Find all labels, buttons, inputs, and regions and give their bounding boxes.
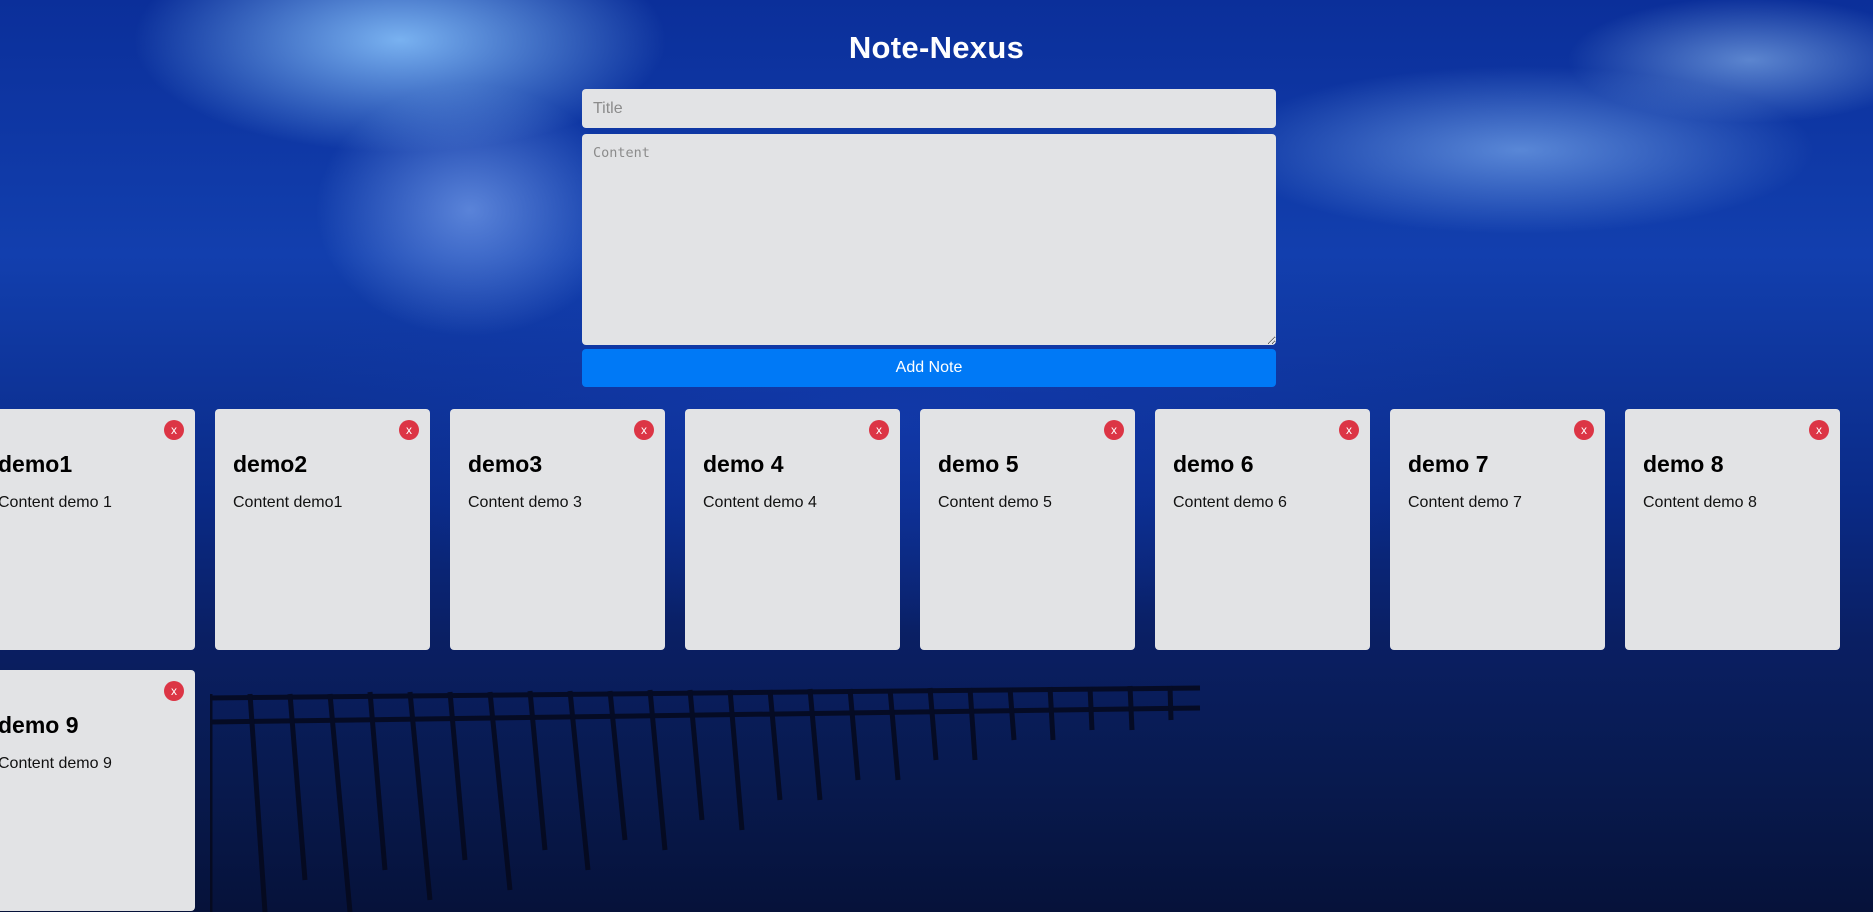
note-title: demo 8 [1643, 451, 1724, 477]
delete-note-button[interactable]: x [399, 420, 419, 440]
delete-note-button[interactable]: x [1339, 420, 1359, 440]
delete-note-button[interactable]: x [164, 420, 184, 440]
note-content: Content demo 5 [938, 494, 1052, 511]
delete-note-button[interactable]: x [1574, 420, 1594, 440]
note-content: Content demo 4 [703, 494, 817, 511]
note-content: Content demo 9 [0, 755, 112, 772]
content-textarea[interactable] [582, 134, 1276, 345]
note-title: demo2 [233, 451, 308, 477]
note-title: demo1 [0, 451, 73, 477]
delete-note-button[interactable]: x [164, 681, 184, 701]
note-card: x demo 6 Content demo 6 [1155, 409, 1370, 650]
title-input[interactable] [582, 89, 1276, 128]
note-title: demo 9 [0, 712, 79, 738]
note-title: demo 4 [703, 451, 784, 477]
note-form: Add Note [582, 89, 1276, 387]
note-card: x demo 5 Content demo 5 [920, 409, 1135, 650]
delete-note-button[interactable]: x [1104, 420, 1124, 440]
note-content: Content demo 3 [468, 494, 582, 511]
note-content: Content demo 6 [1173, 494, 1287, 511]
note-title: demo3 [468, 451, 543, 477]
note-card: x demo 8 Content demo 8 [1625, 409, 1840, 650]
app-title: Note-Nexus [848, 30, 1025, 65]
note-title: demo 6 [1173, 451, 1254, 477]
notes-list: x demo1 Content demo 1 x demo2 Content d… [0, 409, 1873, 911]
note-title: demo 5 [938, 451, 1019, 477]
note-content: Content demo 7 [1408, 494, 1522, 511]
note-content: Content demo 1 [0, 494, 112, 511]
note-title: demo 7 [1408, 451, 1489, 477]
note-content: Content demo1 [233, 494, 343, 511]
note-card: x demo 9 Content demo 9 [0, 670, 195, 911]
note-card: x demo 4 Content demo 4 [685, 409, 900, 650]
note-card: x demo1 Content demo 1 [0, 409, 195, 650]
add-note-button[interactable]: Add Note [582, 349, 1276, 387]
delete-note-button[interactable]: x [634, 420, 654, 440]
note-card: x demo2 Content demo1 [215, 409, 430, 650]
note-card: x demo 7 Content demo 7 [1390, 409, 1605, 650]
delete-note-button[interactable]: x [869, 420, 889, 440]
delete-note-button[interactable]: x [1809, 420, 1829, 440]
note-card: x demo3 Content demo 3 [450, 409, 665, 650]
note-content: Content demo 8 [1643, 494, 1757, 511]
